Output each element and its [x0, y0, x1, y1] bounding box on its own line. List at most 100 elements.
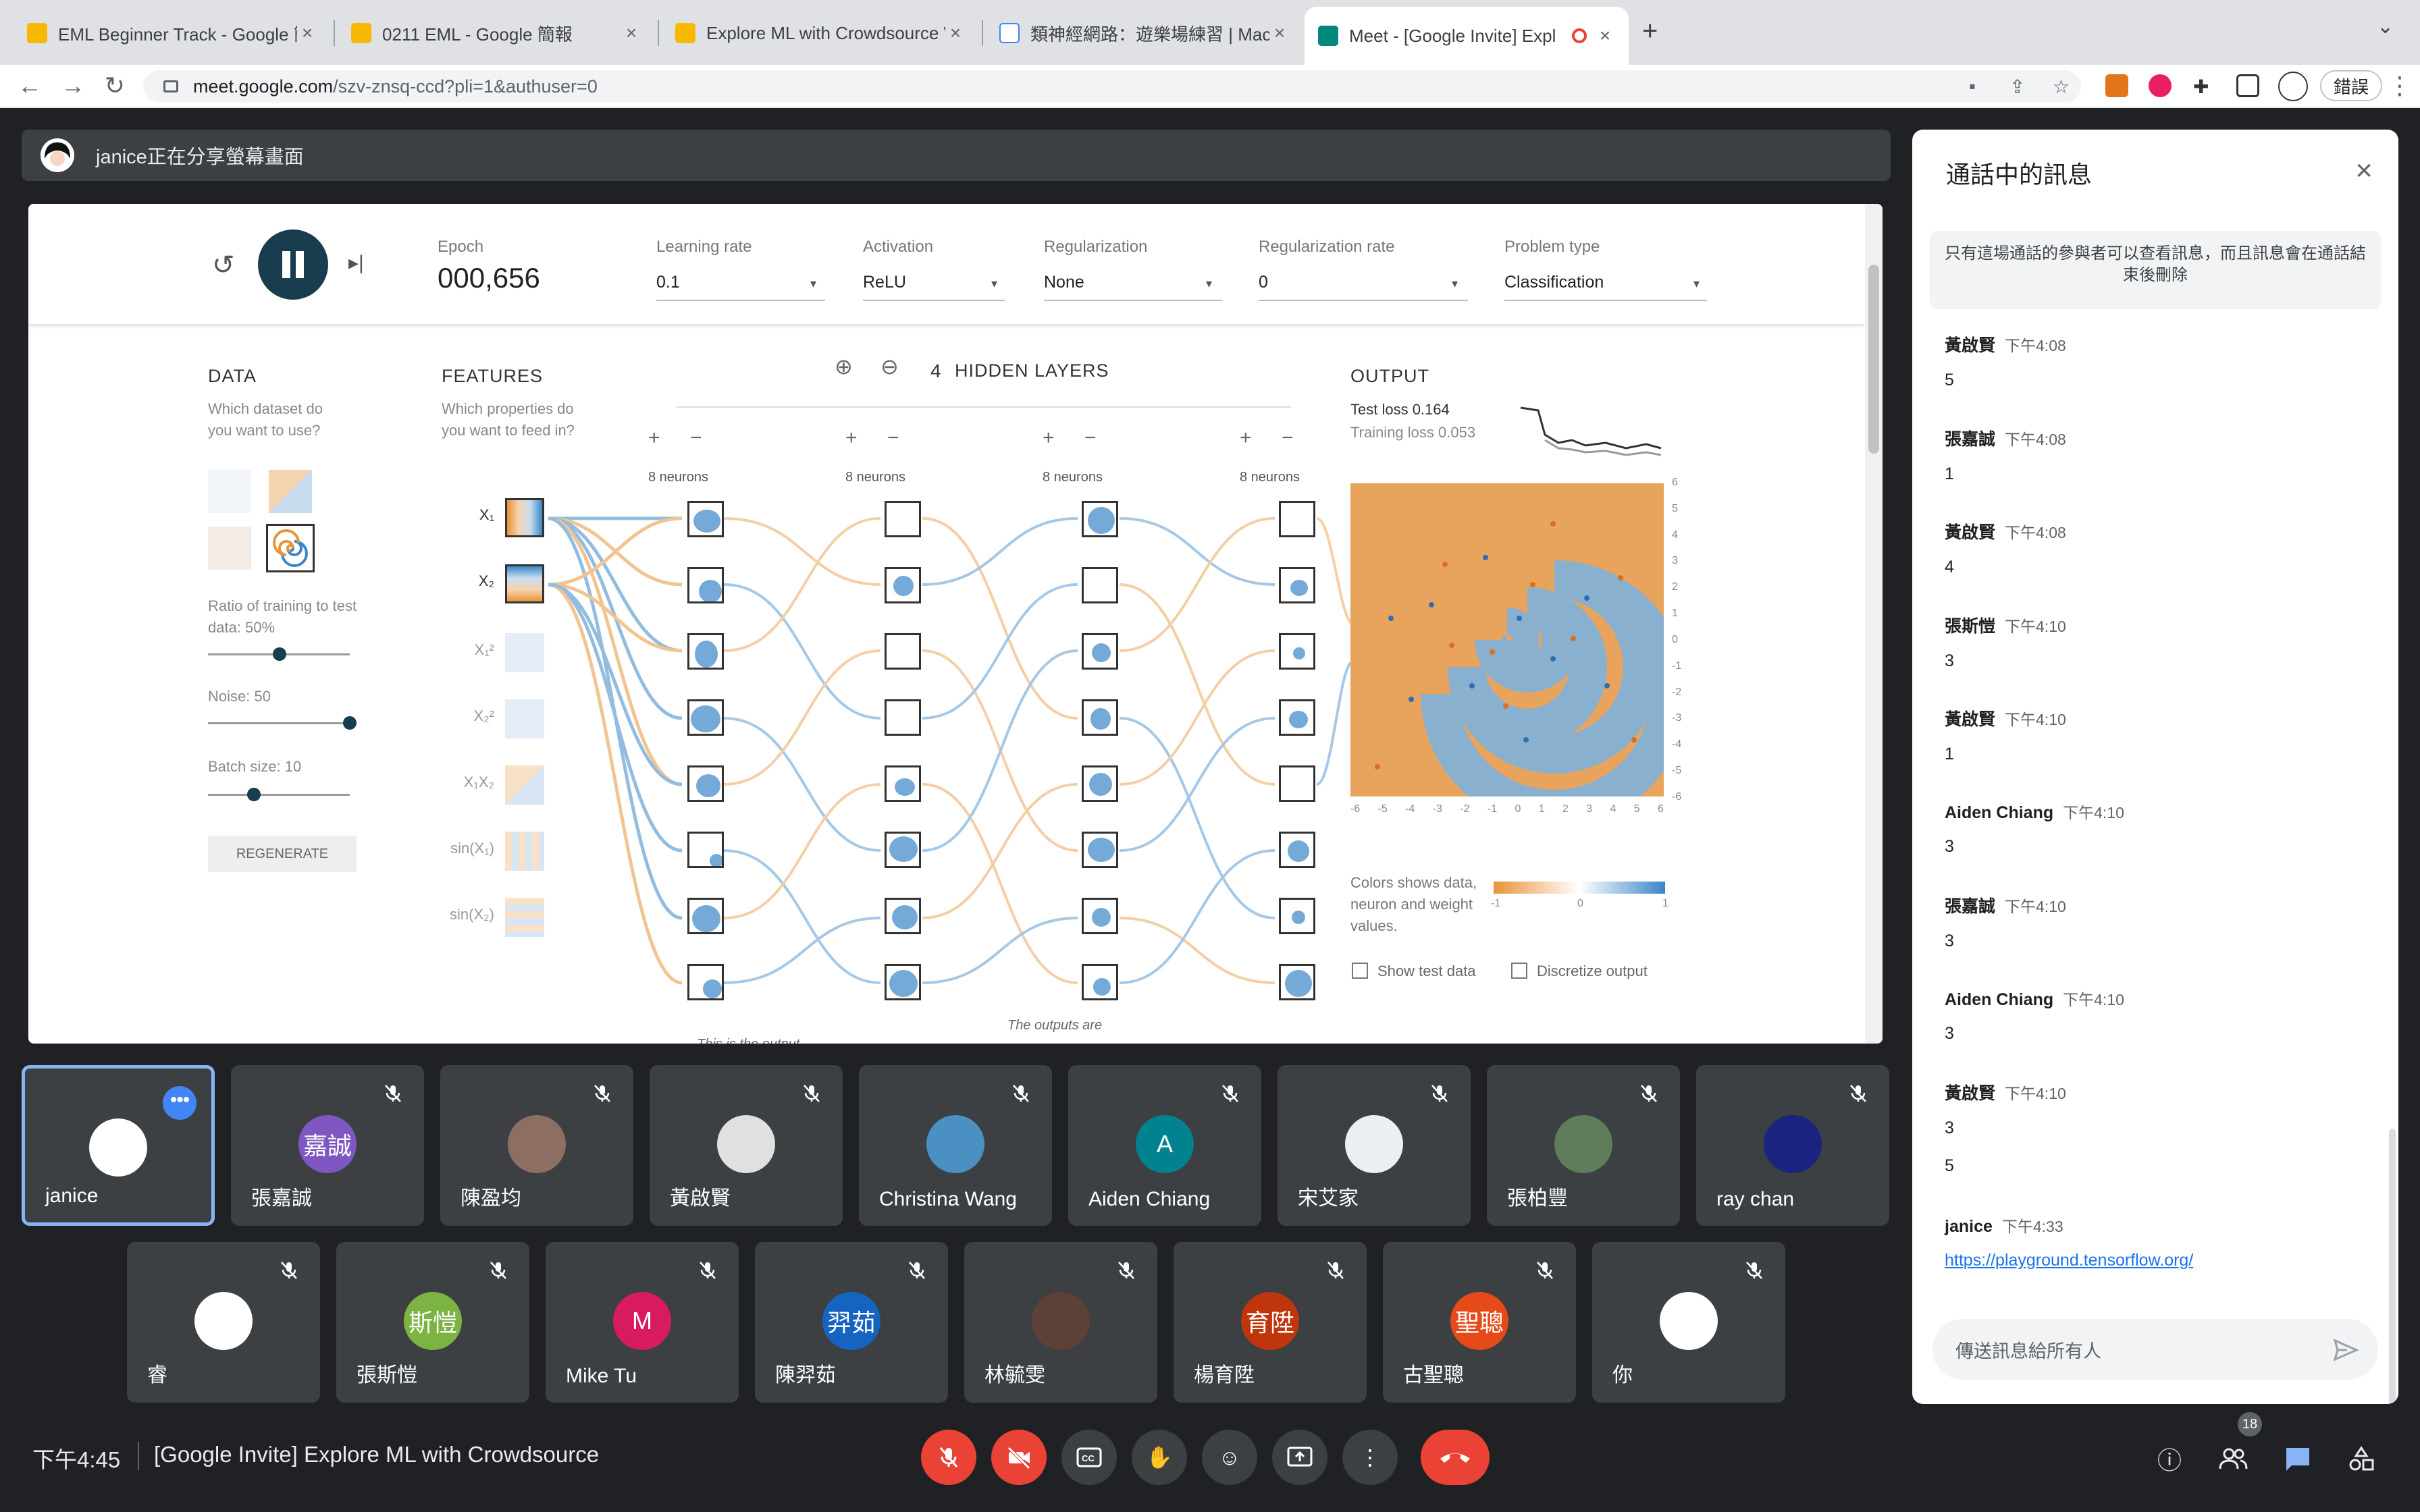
captions-button[interactable]: CC [1061, 1430, 1117, 1485]
neuron[interactable] [885, 501, 921, 537]
puzzle-icon[interactable]: ✚ [2193, 76, 2209, 98]
bookmark-star-icon[interactable]: ☆ [2053, 76, 2070, 98]
neuron[interactable] [1082, 567, 1118, 603]
leave-call-button[interactable] [1421, 1430, 1490, 1485]
close-tab-icon[interactable]: × [297, 22, 317, 44]
neuron[interactable] [1279, 964, 1315, 1000]
participant-tile[interactable]: 防疫睿 [127, 1242, 320, 1403]
chat-scrollbar[interactable] [2389, 1129, 2396, 1404]
participant-tile[interactable]: 黃啟賢 [650, 1065, 843, 1226]
participant-tile[interactable]: 斯愷 張斯愷 [336, 1242, 529, 1403]
browser-tab[interactable]: 0211 EML - Google 簡報 × [338, 9, 655, 57]
activities-icon[interactable] [2343, 1440, 2379, 1477]
neuron[interactable] [885, 699, 921, 736]
address-bar[interactable]: meet.google.com/szv-znsq-ccd?pli=1&authu… [143, 70, 2081, 103]
neuron[interactable] [1279, 765, 1315, 802]
neuron[interactable] [1279, 501, 1315, 537]
add-neuron-button[interactable]: + [648, 427, 660, 450]
reactions-button[interactable]: ☺ [1202, 1430, 1257, 1485]
participant-tile[interactable]: 羿茹 陳羿茹 [755, 1242, 948, 1403]
neuron[interactable] [687, 964, 724, 1000]
metamask-icon[interactable] [2105, 74, 2128, 97]
neuron[interactable] [885, 898, 921, 934]
send-icon[interactable] [2332, 1336, 2359, 1364]
participant-tile[interactable]: 張柏豐 [1487, 1065, 1680, 1226]
problem-type-select[interactable]: Classification [1504, 273, 1604, 292]
participant-tile[interactable]: 宋艾家 [1278, 1065, 1471, 1226]
neuron[interactable] [687, 501, 724, 537]
neuron[interactable] [687, 699, 724, 736]
raise-hand-button[interactable]: ✋ [1132, 1430, 1187, 1485]
profile-avatar[interactable] [2278, 72, 2308, 101]
neuron[interactable] [1082, 765, 1118, 802]
remove-neuron-button[interactable]: − [1282, 427, 1294, 450]
add-neuron-button[interactable]: + [1043, 427, 1055, 450]
neuron[interactable] [1082, 501, 1118, 537]
neuron[interactable] [1279, 699, 1315, 736]
close-tab-icon[interactable]: × [621, 22, 641, 44]
mic-off-button[interactable] [921, 1430, 976, 1485]
neuron[interactable] [1082, 964, 1118, 1000]
neuron[interactable] [885, 567, 921, 603]
browser-tab-active[interactable]: Meet - [Google Invite] Expl × [1305, 7, 1629, 65]
participant-tile[interactable]: 育陞 楊育陞 [1174, 1242, 1367, 1403]
close-tab-icon[interactable]: × [1595, 25, 1615, 47]
scrollbar-thumb[interactable] [1868, 265, 1879, 454]
reload-icon[interactable]: ↻ [100, 72, 130, 100]
tile-more-options-icon[interactable]: ••• [163, 1086, 196, 1120]
camera-blocked-icon[interactable]: ▪ [1969, 76, 1976, 97]
neuron[interactable] [687, 832, 724, 868]
participant-tile[interactable]: ray chan [1696, 1065, 1889, 1226]
camera-off-button[interactable] [991, 1430, 1047, 1485]
neuron[interactable] [1279, 633, 1315, 670]
neuron[interactable] [1082, 832, 1118, 868]
error-button[interactable]: 錯誤 [2320, 70, 2382, 101]
neuron[interactable] [885, 633, 921, 670]
meeting-details-icon[interactable]: ⓘ [2151, 1440, 2188, 1477]
participant-tile[interactable]: Christina Wang [859, 1065, 1052, 1226]
close-icon[interactable]: × [2355, 154, 2373, 188]
present-button[interactable] [1272, 1430, 1327, 1485]
participant-tile[interactable]: M Mike Tu [546, 1242, 739, 1403]
participant-tile[interactable]: 聖聰 古聖聰 [1383, 1242, 1576, 1403]
extension-icon[interactable] [2149, 74, 2172, 97]
neuron[interactable] [687, 898, 724, 934]
sidepanel-icon[interactable] [2236, 74, 2259, 97]
browser-tab[interactable]: 類神經網路：遊樂場練習 | Mac × [986, 9, 1303, 57]
neuron[interactable] [687, 567, 724, 603]
browser-tab[interactable]: EML Beginner Track - Google 簡 × [14, 9, 331, 57]
neuron[interactable] [1279, 832, 1315, 868]
people-icon[interactable] [2215, 1440, 2251, 1477]
remove-neuron-button[interactable]: − [887, 427, 899, 450]
remove-neuron-button[interactable]: − [1084, 427, 1097, 450]
message-link[interactable]: https://playground.tensorflow.org/ [1945, 1251, 2193, 1270]
add-neuron-button[interactable]: + [1240, 427, 1252, 450]
neuron[interactable] [885, 832, 921, 868]
neuron[interactable] [1279, 898, 1315, 934]
participant-tile[interactable]: A Aiden Chiang [1068, 1065, 1261, 1226]
back-icon[interactable]: ← [15, 72, 45, 100]
participant-tile[interactable]: 陳盈均 [440, 1065, 633, 1226]
new-tab-icon[interactable]: + [1642, 16, 1658, 47]
show-test-checkbox[interactable] [1352, 963, 1368, 979]
more-options-button[interactable]: ⋮ [1342, 1430, 1398, 1485]
neuron[interactable] [1082, 898, 1118, 934]
discretize-checkbox[interactable] [1511, 963, 1527, 979]
add-neuron-button[interactable]: + [845, 427, 858, 450]
participant-tile[interactable]: 嘉誠 張嘉誠 [231, 1065, 424, 1226]
more-vert-icon[interactable]: ⋮ [2388, 72, 2412, 100]
neuron[interactable] [1082, 633, 1118, 670]
share-icon[interactable]: ⇪ [2009, 76, 2025, 98]
chat-icon[interactable] [2280, 1440, 2316, 1477]
page-scrollbar[interactable] [1865, 204, 1883, 1044]
neuron[interactable] [885, 765, 921, 802]
remove-neuron-button[interactable]: − [690, 427, 702, 450]
participant-tile[interactable]: 你 [1592, 1242, 1785, 1403]
neuron[interactable] [687, 765, 724, 802]
close-tab-icon[interactable]: × [1269, 22, 1290, 44]
browser-tab[interactable]: Explore ML with Crowdsource W × [662, 9, 979, 57]
neuron[interactable] [1082, 699, 1118, 736]
participant-tile[interactable]: 林毓雯 [964, 1242, 1157, 1403]
neuron[interactable] [687, 633, 724, 670]
chat-message-input[interactable]: 傳送訊息給所有人 [1932, 1319, 2378, 1380]
